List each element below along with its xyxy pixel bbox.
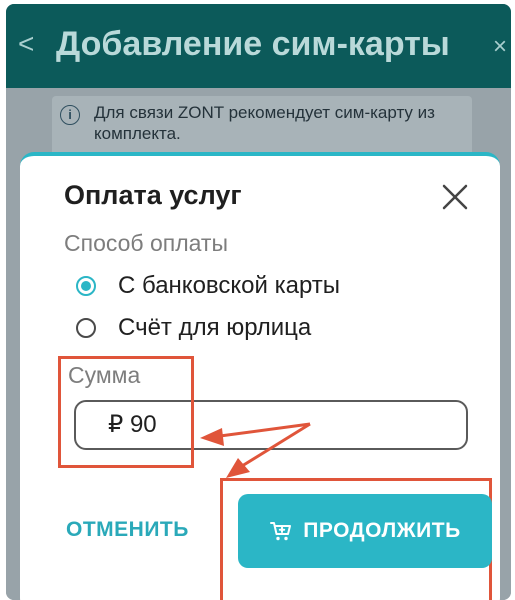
- radio-unchecked[interactable]: [76, 318, 96, 338]
- close-icon[interactable]: [440, 182, 470, 212]
- cart-icon: [270, 522, 292, 541]
- amount-label: Сумма: [68, 362, 141, 388]
- payment-option-card[interactable]: С банковской карты: [76, 270, 340, 302]
- continue-button-label: ПРОДОЛЖИТЬ: [303, 519, 461, 542]
- app-frame: < Добавление сим-карты × i Для связи ZON…: [6, 4, 511, 600]
- amount-input[interactable]: ₽ 90: [74, 400, 468, 450]
- close-icon[interactable]: ×: [493, 32, 507, 62]
- radio-checked[interactable]: [76, 276, 96, 296]
- app-header: < Добавление сим-карты ×: [6, 4, 511, 88]
- cancel-button[interactable]: ОТМЕНИТЬ: [66, 518, 189, 542]
- payment-option-label: Счёт для юрлица: [118, 314, 312, 341]
- info-banner: i Для связи ZONT рекомендует сим-карту и…: [52, 96, 472, 158]
- payment-option-label: С банковской карты: [118, 272, 341, 299]
- chevron-left-icon[interactable]: <: [18, 26, 34, 62]
- info-icon: i: [60, 105, 80, 125]
- payment-dialog: Оплата услуг Способ оплаты С банковской …: [20, 152, 500, 600]
- dialog-title: Оплата услуг: [64, 180, 242, 210]
- payment-method-label: Способ оплаты: [64, 230, 228, 256]
- payment-option-invoice[interactable]: Счёт для юрлица: [76, 312, 311, 344]
- continue-button[interactable]: ПРОДОЛЖИТЬ: [238, 494, 492, 568]
- page-title: Добавление сим-карты: [56, 25, 450, 63]
- info-text: Для связи ZONT рекомендует сим-карту из …: [94, 103, 435, 143]
